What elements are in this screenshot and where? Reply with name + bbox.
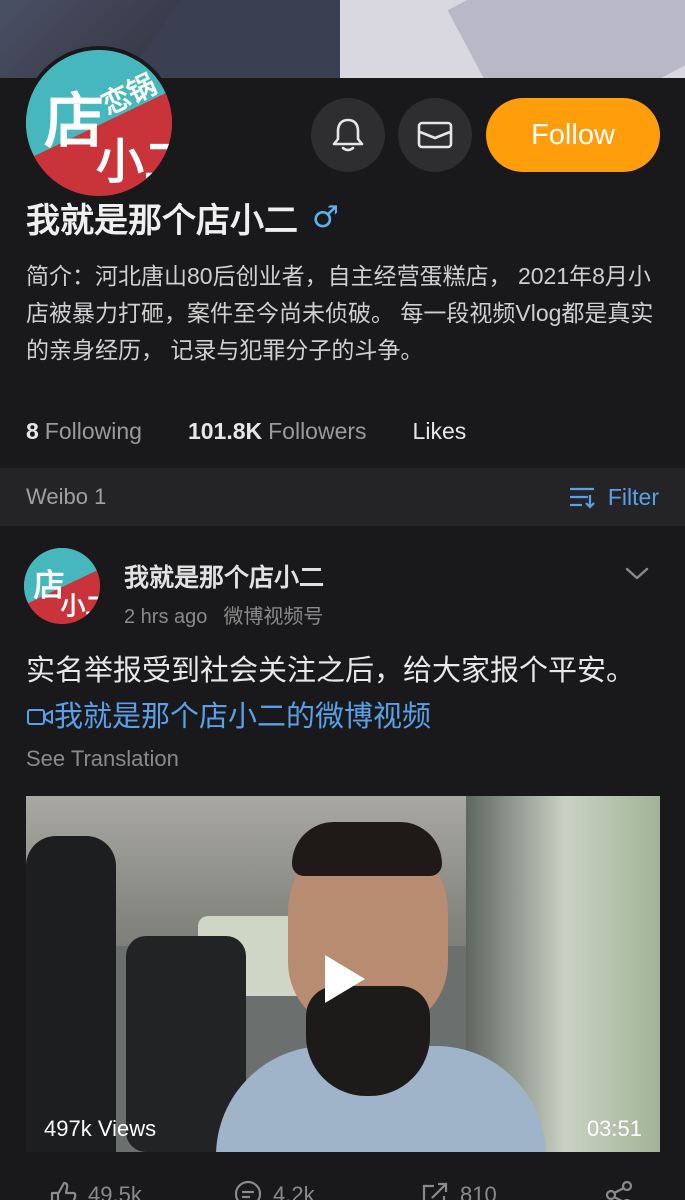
video-link-icon xyxy=(27,709,53,725)
following-stat[interactable]: 8 Following xyxy=(26,418,142,445)
play-icon[interactable] xyxy=(323,953,367,1005)
tab-weibo[interactable]: Weibo 1 xyxy=(26,484,106,510)
repost-icon xyxy=(422,1182,448,1200)
like-icon xyxy=(50,1181,77,1200)
post-menu-button[interactable] xyxy=(624,566,650,587)
profile-name: 我就是那个店小二 xyxy=(26,202,298,240)
post-author-name[interactable]: 我就是那个店小二 xyxy=(124,558,324,594)
profile-avatar[interactable]: 店 恋锅 小二 xyxy=(22,46,176,200)
profile-stats: 8 Following 101.8K Followers Likes xyxy=(26,418,512,445)
chevron-down-icon xyxy=(625,567,649,580)
post-video-link[interactable]: 我就是那个店小二的微博视频 xyxy=(26,701,431,733)
video-views: 497k Views xyxy=(44,1116,157,1141)
comment-button[interactable]: 4.2k xyxy=(233,1180,315,1200)
filter-label: Filter xyxy=(607,483,659,510)
svg-text:店: 店 xyxy=(44,87,104,157)
post-author-avatar[interactable]: 店 小二 xyxy=(24,548,100,624)
bell-icon xyxy=(332,118,364,152)
post-body: 实名举报受到社会关注之后，给大家报个平安。 xyxy=(26,655,636,687)
post-video-player[interactable]: 497k Views 03:51 xyxy=(26,796,660,1152)
followers-label: Followers xyxy=(268,418,367,444)
following-label: Following xyxy=(44,418,142,444)
notification-bell-button[interactable] xyxy=(311,98,385,172)
male-icon: ♂ xyxy=(312,200,339,235)
like-count: 49.5k xyxy=(88,1182,142,1200)
filter-button[interactable]: Filter xyxy=(568,484,659,511)
share-icon xyxy=(605,1180,633,1200)
comment-icon xyxy=(234,1180,262,1200)
repost-count: 810 xyxy=(460,1182,497,1200)
feed-tab-bar: Weibo 1 Filter xyxy=(0,468,685,526)
profile-bio: 简介：河北唐山80后创业者，自主经营蛋糕店， 2021年8月小店被暴力打砸，案件… xyxy=(26,263,654,363)
repost-button[interactable]: 810 xyxy=(420,1180,497,1200)
post-actions: 49.5k 4.2k 810 xyxy=(0,1180,685,1200)
followers-count: 101.8K xyxy=(187,418,263,444)
post-meta: 2 hrs ago 微博视频号 xyxy=(124,600,323,629)
followers-stat[interactable]: 101.8K Followers xyxy=(188,418,367,445)
svg-text:小二: 小二 xyxy=(60,592,100,621)
post-video-link-label: 我就是那个店小二的微博视频 xyxy=(54,701,432,733)
follow-button[interactable]: Follow xyxy=(486,98,660,172)
video-duration: 03:51 xyxy=(586,1116,642,1141)
comment-count: 4.2k xyxy=(273,1182,315,1200)
see-translation-link[interactable]: See Translation xyxy=(26,746,179,772)
following-count: 8 xyxy=(26,418,39,444)
likes-label: Likes xyxy=(412,418,467,444)
post-time: 2 hrs ago xyxy=(124,606,208,628)
message-button[interactable] xyxy=(398,98,472,172)
filter-icon xyxy=(569,487,595,509)
share-button[interactable] xyxy=(604,1180,634,1200)
feed-post: 店 小二 我就是那个店小二 2 hrs ago 微博视频号 实名举报受到社会关注之… xyxy=(0,526,685,1200)
post-text: 实名举报受到社会关注之后，给大家报个平安。 我就是那个店小二的微博视频 xyxy=(26,648,656,740)
post-source: 微博视频号 xyxy=(223,606,324,628)
like-button[interactable]: 49.5k xyxy=(48,1180,142,1200)
likes-stat[interactable]: Likes xyxy=(413,418,467,445)
profile-name-row: 我就是那个店小二 ♂ xyxy=(26,193,339,242)
svg-text:店: 店 xyxy=(33,568,64,604)
mail-icon xyxy=(417,121,453,149)
